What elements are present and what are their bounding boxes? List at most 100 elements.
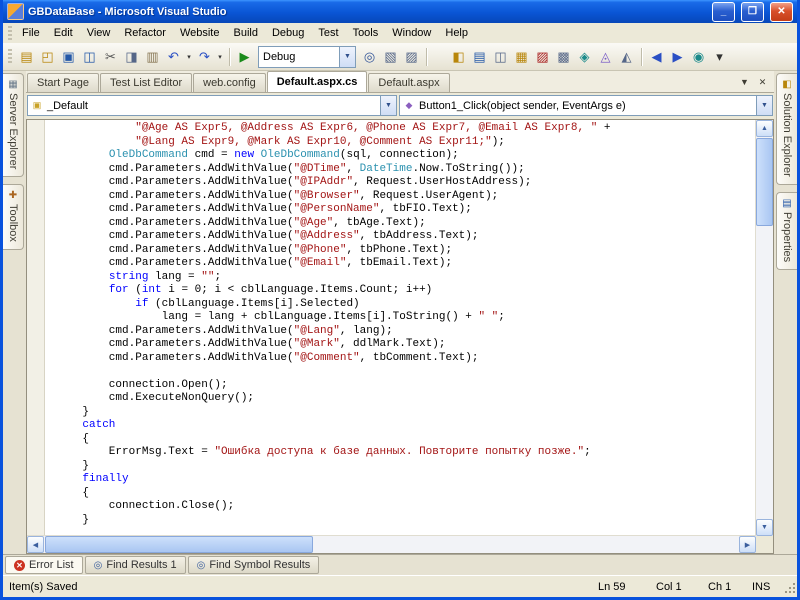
active-files-dropdown-icon[interactable]: ▼ — [737, 75, 752, 89]
side-tab-properties[interactable]: ▤ Properties — [776, 191, 797, 270]
types-dropdown-arrow-icon[interactable]: ▼ — [380, 96, 396, 115]
vertical-scrollbar[interactable]: ▲ ▼ — [755, 120, 773, 536]
properties-window-icon[interactable]: ▤ — [469, 46, 490, 67]
find-in-files-icon[interactable]: ◎ — [359, 46, 380, 67]
workspace: ▦ Server Explorer ✚ Toolbox Start Page Test … — [3, 71, 797, 554]
horizontal-scrollbar-thumb[interactable] — [45, 536, 313, 553]
side-tab-solution-explorer[interactable]: ◧ Solution Explorer — [776, 73, 797, 185]
code-line: connection.Open(); — [56, 378, 228, 391]
immediate-window-icon[interactable]: ▨ — [401, 46, 422, 67]
left-dock-strip: ▦ Server Explorer ✚ Toolbox — [3, 71, 26, 554]
copy-icon[interactable]: ◨ — [121, 46, 142, 67]
toolbar-grip[interactable] — [8, 49, 12, 64]
scroll-down-icon[interactable]: ▼ — [756, 519, 773, 536]
scroll-right-icon[interactable]: ▶ — [739, 536, 756, 553]
code-line: lang = lang + cblLanguage.Items[i].ToStr… — [56, 311, 505, 323]
menu-build[interactable]: Build — [226, 25, 264, 41]
close-document-icon[interactable]: ✕ — [755, 75, 770, 89]
navigate-forward-icon[interactable]: ▶ — [667, 46, 688, 67]
toolbar-group-debug: ▶ — [234, 46, 255, 67]
minimize-button[interactable]: _ — [712, 1, 735, 22]
toolbox-icon[interactable]: ▦ — [511, 46, 532, 67]
maximize-button[interactable]: ❒ — [741, 1, 764, 22]
resize-grip[interactable] — [782, 580, 796, 594]
save-icon[interactable]: ▣ — [58, 46, 79, 67]
close-button[interactable]: ✕ — [770, 1, 793, 22]
vertical-scrollbar-thumb[interactable] — [756, 138, 773, 226]
tab-test-list-editor[interactable]: Test List Editor — [99, 73, 193, 92]
command-window-icon[interactable]: ▧ — [380, 46, 401, 67]
bottom-tab-error-list[interactable]: ✕ Error List — [5, 556, 83, 574]
side-tab-label: Server Explorer — [7, 93, 19, 170]
side-tab-label: Properties — [781, 211, 793, 262]
class-icon: ▣ — [32, 100, 42, 110]
bottom-tab-label: Error List — [29, 559, 74, 571]
code-editor[interactable]: "@Age AS Expr5, @Address AS Expr6, @Phon… — [26, 119, 774, 554]
open-file-icon[interactable]: ◰ — [37, 46, 58, 67]
navigate-backward-icon[interactable]: ◀ — [646, 46, 667, 67]
debug-config-combobox[interactable]: Debug ▼ — [258, 45, 356, 68]
code-line: { — [56, 486, 90, 499]
object-browser-icon[interactable]: ◫ — [490, 46, 511, 67]
undo-dropdown-icon[interactable]: ▾ — [184, 46, 194, 67]
menu-edit[interactable]: Edit — [47, 25, 80, 41]
members-dropdown[interactable]: ◆ Button1_Click(object sender, EventArgs… — [399, 95, 773, 116]
menu-tools[interactable]: Tools — [346, 25, 386, 41]
tab-web-config[interactable]: web.config — [193, 73, 266, 92]
class-view-icon[interactable]: ◬ — [595, 46, 616, 67]
bottom-tab-find-symbol-results[interactable]: ◎ Find Symbol Results — [187, 556, 320, 574]
menu-test[interactable]: Test — [311, 25, 345, 41]
document-outline-icon[interactable]: ◭ — [616, 46, 637, 67]
menu-window[interactable]: Window — [385, 25, 438, 41]
debug-config-dropdown-icon[interactable]: ▼ — [339, 46, 355, 67]
toolbar-separator — [229, 47, 230, 66]
code-line: { — [56, 432, 90, 445]
undo-icon[interactable]: ↶ — [163, 46, 184, 67]
start-debug-icon[interactable]: ▶ — [234, 46, 255, 67]
toolbar-overflow-icon[interactable]: ▾ — [709, 46, 730, 67]
server-explorer-icon: ▦ — [8, 79, 18, 90]
status-bar: Item(s) Saved Ln 59 Col 1 Ch 1 INS — [3, 575, 797, 597]
code-lines[interactable]: "@Age AS Expr5, @Address AS Expr6, @Phon… — [56, 122, 755, 535]
window-title: GBDataBase - Microsoft Visual Studio — [28, 5, 227, 18]
error-list-icon: ✕ — [14, 559, 25, 571]
code-line: cmd.Parameters.AddWithValue("@DTime", Da… — [56, 162, 525, 175]
tab-default-aspx[interactable]: Default.aspx — [368, 73, 450, 92]
code-line: cmd.Parameters.AddWithValue("@Mark", ddl… — [56, 338, 446, 350]
indicator-margin — [27, 120, 45, 536]
toolbar-group-extra: ◀ ▶ ◉ ▾ — [646, 46, 730, 67]
side-tab-toolbox[interactable]: ✚ Toolbox — [3, 184, 24, 251]
code-line: cmd.Parameters.AddWithValue("@PersonName… — [56, 203, 472, 215]
web-browser-icon[interactable]: ◉ — [688, 46, 709, 67]
menu-grip[interactable] — [8, 25, 12, 41]
paste-icon[interactable]: ▥ — [142, 46, 163, 67]
redo-icon[interactable]: ↷ — [194, 46, 215, 67]
menu-debug[interactable]: Debug — [265, 25, 311, 41]
code-line: cmd.Parameters.AddWithValue("@Address", … — [56, 230, 479, 242]
toolbar-group-views: ◧ ▤ ◫ ▦ ▨ ▩ ◈ ◬ ◭ — [448, 46, 637, 67]
output-window-icon[interactable]: ▩ — [553, 46, 574, 67]
members-dropdown-arrow-icon[interactable]: ▼ — [756, 96, 772, 115]
types-dropdown[interactable]: ▣ _Default ▼ — [27, 95, 397, 116]
menu-bar: File Edit View Refactor Website Build Debug Tes… — [3, 23, 797, 43]
tab-start-page[interactable]: Start Page — [27, 73, 99, 92]
save-all-icon[interactable]: ◫ — [79, 46, 100, 67]
error-list-icon[interactable]: ▨ — [532, 46, 553, 67]
tab-default-aspx-cs[interactable]: Default.aspx.cs — [266, 71, 368, 92]
horizontal-scrollbar[interactable]: ◀ ▶ — [27, 535, 756, 553]
solution-explorer-icon[interactable]: ◧ — [448, 46, 469, 67]
menu-website[interactable]: Website — [173, 25, 227, 41]
side-tab-server-explorer[interactable]: ▦ Server Explorer — [3, 73, 24, 178]
menu-refactor[interactable]: Refactor — [117, 25, 173, 41]
menu-view[interactable]: View — [80, 25, 118, 41]
code-line: if (cblLanguage.Items[i].Selected) — [135, 297, 360, 310]
bottom-tab-find-results-1[interactable]: ◎ Find Results 1 — [84, 556, 186, 574]
scroll-left-icon[interactable]: ◀ — [27, 536, 44, 553]
redo-dropdown-icon[interactable]: ▾ — [215, 46, 225, 67]
cut-icon[interactable]: ✂ — [100, 46, 121, 67]
start-page-icon[interactable]: ◈ — [574, 46, 595, 67]
menu-help[interactable]: Help — [438, 25, 475, 41]
menu-file[interactable]: File — [15, 25, 47, 41]
add-new-item-icon[interactable]: ▤ — [16, 46, 37, 67]
scroll-up-icon[interactable]: ▲ — [756, 120, 773, 137]
